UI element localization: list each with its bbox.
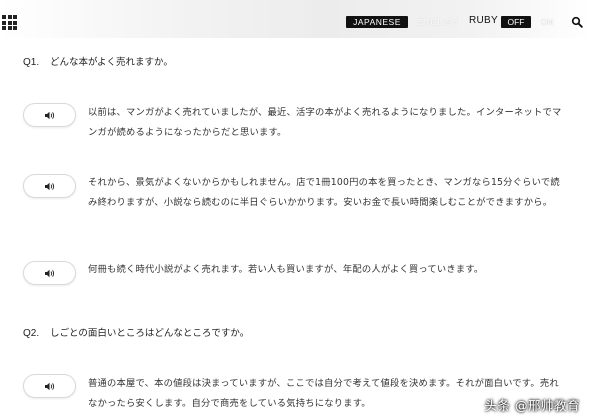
audio-play-button[interactable] (23, 174, 76, 198)
answer-text: 以前は、マンガがよく売れていましたが、最近、活字の本がよく売れるようになりました… (88, 107, 562, 138)
language-english-button[interactable]: ENGLISH (414, 16, 462, 28)
answer-text: 何冊も続く時代小説がよく売れます。若い人も買いますが、年配の人がよく買っていきま… (88, 264, 484, 275)
watermark: 头条 @邢帅教育 (484, 398, 580, 413)
question-1: Q1. どんな本がよく売れますか。 (23, 54, 173, 68)
language-japanese-button[interactable]: JAPANESE (346, 16, 408, 28)
ruby-on-toggle[interactable]: ON (534, 16, 560, 28)
speaker-icon (45, 382, 55, 391)
question-number: Q1. (23, 57, 40, 68)
audio-play-button[interactable] (23, 374, 76, 398)
question-text: どんな本がよく売れますか。 (50, 57, 173, 68)
audio-play-button[interactable] (23, 261, 76, 285)
speaker-icon (45, 111, 55, 120)
question-text: しごとの面白いところはどんなところですか。 (50, 328, 250, 339)
speaker-icon (45, 182, 55, 191)
ruby-label: RUBY (469, 15, 498, 26)
grid-menu-icon[interactable] (2, 15, 17, 30)
question-2: Q2. しごとの面白いところはどんなところですか。 (23, 325, 249, 339)
speaker-icon (45, 269, 55, 278)
answer-text: それから、景気がよくないからかもしれません。店で1冊100円の本を買ったとき、マ… (88, 177, 560, 208)
audio-play-button[interactable] (23, 103, 76, 127)
search-icon[interactable] (571, 16, 583, 28)
ruby-off-toggle[interactable]: OFF (501, 16, 531, 28)
question-number: Q2. (23, 328, 40, 339)
top-bar: JAPANESE ENGLISH RUBY OFF ON (0, 0, 590, 38)
